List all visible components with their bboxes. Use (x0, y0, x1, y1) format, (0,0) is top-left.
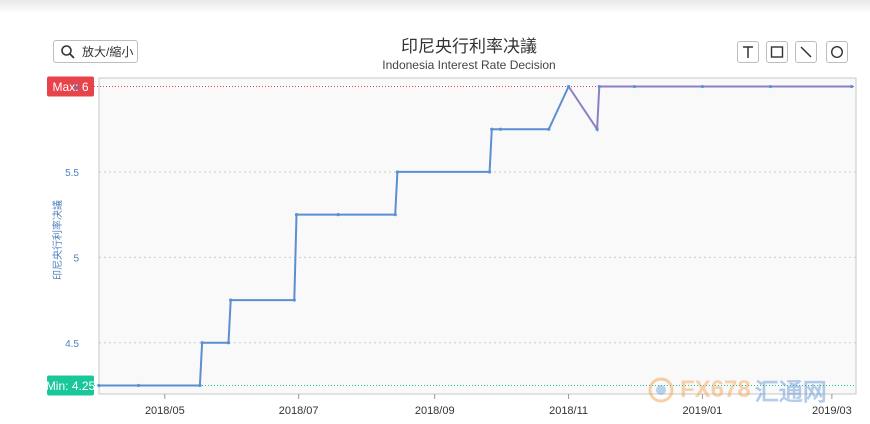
plot-area (98, 77, 857, 395)
x-tick-label: 2018/07 (279, 405, 319, 417)
max-badge-label: Max: 6 (52, 80, 88, 94)
y-tick-label: 5.5 (65, 168, 79, 179)
x-tick-label: 2018/09 (415, 405, 455, 417)
data-point (395, 170, 400, 174)
min-badge-label: Min: 4.25 (46, 379, 96, 393)
x-tick-label: 2018/05 (145, 405, 185, 417)
data-point (198, 383, 202, 388)
data-point (566, 84, 571, 89)
data-point (498, 127, 503, 131)
x-tick-label: 2018/11 (549, 405, 588, 417)
y-tick-label: 4.5 (65, 339, 79, 350)
watermark-text-b: 汇通网 (754, 379, 827, 406)
data-point (229, 298, 233, 302)
chart-canvas: 4.555.562018/05 2018/07 2018/09 2018/11 2019… (46, 76, 857, 417)
data-point (700, 84, 705, 89)
data-point (768, 84, 773, 89)
data-point (97, 383, 101, 388)
data-point (632, 84, 636, 89)
data-point (595, 127, 599, 131)
data-point (136, 383, 141, 388)
data-point (547, 127, 551, 131)
watermark-logo-icon (648, 377, 674, 402)
watermark: FX678 汇通网 (648, 372, 827, 407)
y-tick-label: 5 (73, 253, 79, 264)
data-point (490, 127, 494, 131)
data-point (200, 341, 204, 345)
data-point (597, 84, 601, 89)
y-axis-label: 印尼央行利率决議 (51, 200, 64, 280)
data-point (393, 213, 397, 217)
watermark-text-a: FX678 (680, 375, 751, 403)
data-point (292, 298, 296, 302)
data-point (226, 341, 231, 345)
data-point (336, 213, 340, 217)
data-point (294, 213, 299, 217)
data-point (850, 84, 854, 89)
data-point (487, 170, 492, 174)
